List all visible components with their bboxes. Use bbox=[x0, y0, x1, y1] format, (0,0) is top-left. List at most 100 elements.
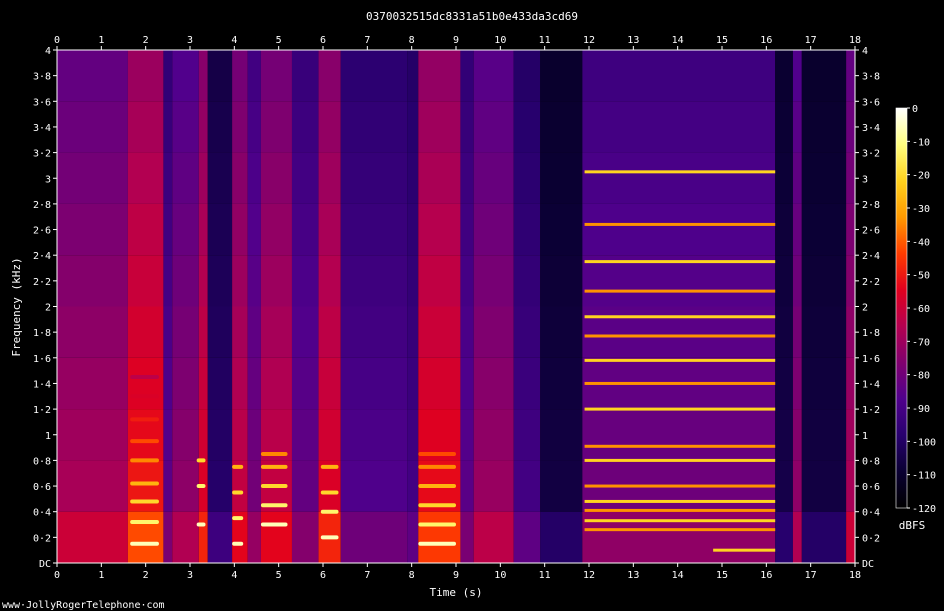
x-tick-label: 13 bbox=[627, 35, 639, 46]
y-tick-label: 0·2 bbox=[862, 533, 880, 544]
spectral-region bbox=[846, 50, 855, 563]
x-tick-label: 4 bbox=[231, 35, 237, 46]
x-tick-label: 9 bbox=[453, 570, 459, 581]
tone-line bbox=[584, 499, 776, 503]
formant-line bbox=[320, 535, 339, 540]
tone-line bbox=[584, 289, 776, 293]
x-tick-label: 9 bbox=[453, 35, 459, 46]
y-tick-label: 0·8 bbox=[862, 456, 880, 467]
formant-line bbox=[320, 509, 339, 514]
y-tick-label: 2·6 bbox=[33, 226, 51, 237]
y-tick-label: 3·6 bbox=[862, 97, 880, 108]
y-tick-label: 2·2 bbox=[33, 277, 51, 288]
x-tick-label: 12 bbox=[583, 570, 595, 581]
spectral-region bbox=[291, 50, 319, 563]
tone-line bbox=[584, 444, 776, 448]
y-tick-label: 3·2 bbox=[862, 149, 880, 160]
y-tick-label: 3 bbox=[45, 174, 51, 185]
y-tick-label: 2·4 bbox=[33, 251, 51, 262]
x-tick-label: 16 bbox=[760, 35, 772, 46]
tone-line bbox=[584, 334, 776, 338]
formant-line bbox=[260, 484, 288, 489]
colorbar-tick-label: 0 bbox=[912, 104, 918, 115]
y-tick-label: 1·4 bbox=[33, 379, 51, 390]
tone-line bbox=[584, 528, 776, 532]
formant-line bbox=[418, 484, 456, 489]
colorbar-tick-label: -100 bbox=[912, 437, 936, 448]
colorbar: 0 -10 -20 -30 -40 -50 -60 -70 -80 -90 -100 -110 -120 bbox=[895, 104, 936, 515]
x-tick-label: 3 bbox=[187, 570, 193, 581]
x-tick-label: 11 bbox=[539, 35, 551, 46]
formant-line bbox=[320, 490, 339, 495]
formant-line bbox=[130, 375, 159, 380]
x-tick-label: 18 bbox=[849, 570, 861, 581]
plot-area bbox=[56, 49, 856, 564]
colorbar-label: dBFS bbox=[899, 519, 926, 532]
y-tick-label: 0·4 bbox=[862, 508, 880, 519]
spectral-region bbox=[407, 50, 419, 563]
x-tick-label: 16 bbox=[760, 570, 772, 581]
formant-line bbox=[260, 464, 288, 469]
formant-line bbox=[130, 541, 159, 546]
y-tick-label: 1·4 bbox=[862, 379, 880, 390]
formant-line bbox=[232, 464, 244, 469]
spectral-region bbox=[172, 50, 199, 563]
y-tick-label: 1·6 bbox=[862, 354, 880, 365]
x-tick-label: 2 bbox=[143, 35, 149, 46]
spectral-region bbox=[207, 50, 233, 563]
y-tick-label: 3·8 bbox=[33, 72, 51, 83]
formant-line bbox=[196, 484, 206, 489]
spectral-region bbox=[340, 50, 408, 563]
spectral-region bbox=[57, 50, 128, 563]
spectral-region bbox=[775, 50, 793, 563]
y-tick-label: 3·6 bbox=[33, 97, 51, 108]
y-tick-label: 1·8 bbox=[33, 328, 51, 339]
x-axis-label: Time (s) bbox=[430, 586, 483, 599]
spectral-region bbox=[232, 50, 248, 563]
y-tick-label: 0·6 bbox=[33, 482, 51, 493]
y-tick-label: 1·2 bbox=[33, 405, 51, 416]
y-tick-label: 0·6 bbox=[862, 482, 880, 493]
formant-line bbox=[130, 439, 159, 444]
spectral-region bbox=[540, 50, 583, 563]
x-tick-label: 14 bbox=[672, 35, 684, 46]
y-tick-label: DC bbox=[862, 559, 874, 570]
colorbar-tick-label: -120 bbox=[912, 504, 936, 515]
tone-line bbox=[584, 222, 776, 226]
formant-line bbox=[320, 464, 339, 469]
formant-line bbox=[196, 522, 206, 527]
x-tick-label: 0 bbox=[54, 35, 60, 46]
formant-line bbox=[130, 481, 159, 486]
y-tick-label: 3·2 bbox=[33, 149, 51, 160]
y-tick-label: 3 bbox=[862, 174, 868, 185]
colorbar-tick-label: -110 bbox=[912, 471, 936, 482]
formant-line bbox=[232, 516, 244, 521]
formant-line bbox=[130, 458, 159, 463]
formant-line bbox=[418, 503, 456, 508]
y-tick-label: 4 bbox=[45, 46, 51, 57]
y-tick-label: 2·2 bbox=[862, 277, 880, 288]
x-tick-label: 10 bbox=[494, 570, 506, 581]
spectral-region bbox=[473, 50, 514, 563]
formant-line bbox=[260, 522, 288, 527]
spectrogram-chart: 0370032515dc8331a51b0e433da3cd69 0011223… bbox=[2, 10, 936, 611]
y-axis-label: Frequency (kHz) bbox=[10, 257, 23, 356]
x-tick-label: 10 bbox=[494, 35, 506, 46]
colorbar-tick-label: -80 bbox=[912, 371, 930, 382]
tone-line bbox=[584, 484, 776, 488]
tone-line bbox=[584, 315, 776, 319]
y-tick-label: 2·8 bbox=[33, 200, 51, 211]
colorbar-tick-label: -60 bbox=[912, 304, 930, 315]
x-tick-label: 2 bbox=[143, 570, 149, 581]
formant-line bbox=[130, 417, 159, 422]
y-tick-label: 2·4 bbox=[862, 251, 880, 262]
x-tick-label: 4 bbox=[231, 570, 237, 581]
x-tick-label: 1 bbox=[98, 35, 104, 46]
x-tick-label: 7 bbox=[364, 570, 370, 581]
colorbar-tick-label: -70 bbox=[912, 337, 930, 348]
formant-line bbox=[232, 490, 244, 495]
colorbar-tick-label: -10 bbox=[912, 137, 930, 148]
x-tick-label: 12 bbox=[583, 35, 595, 46]
y-tick-label: 0·4 bbox=[33, 508, 51, 519]
x-tick-label: 8 bbox=[409, 570, 415, 581]
